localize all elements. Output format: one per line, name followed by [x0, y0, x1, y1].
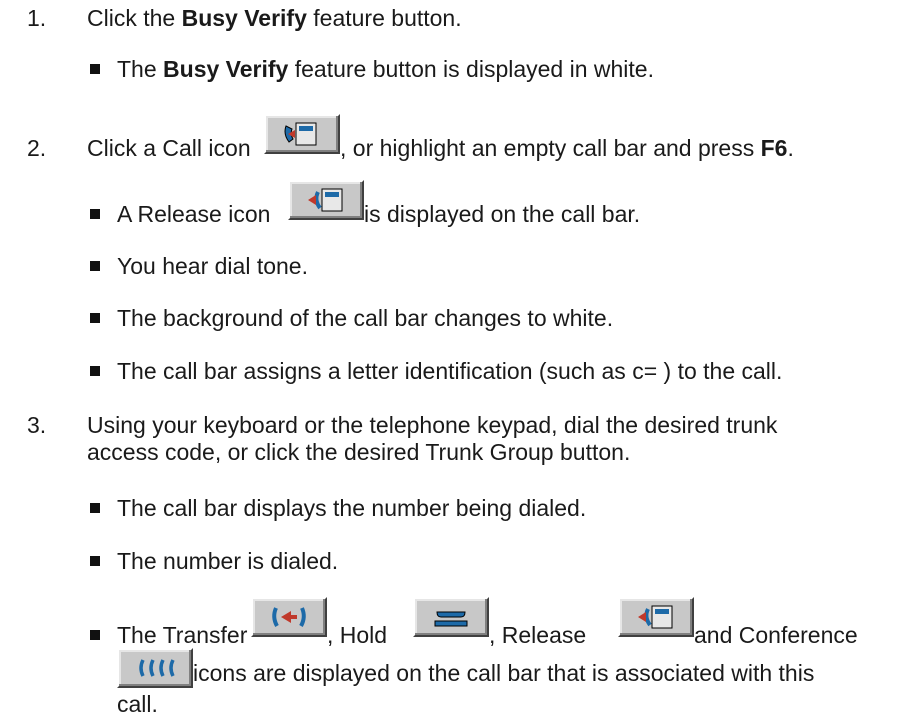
step-1-text: Click the Busy Verify feature button.: [87, 4, 462, 32]
bullet-6-text: The call bar displays the number being d…: [117, 495, 587, 521]
release-icon[interactable]: [288, 180, 364, 220]
transfer-icon[interactable]: [251, 597, 327, 637]
step-number-1: 1.: [27, 5, 47, 31]
release-icon[interactable]: [618, 597, 694, 637]
bullet-marker: [90, 556, 100, 566]
step-2-bold: F6: [760, 135, 788, 161]
step-2-mid: , or highlight an empty call bar and pre…: [340, 135, 761, 161]
bullet-8-t5: icons are displayed on the call bar that…: [193, 660, 815, 686]
bullet-8-t1: The Transfer: [117, 622, 248, 648]
bullet-1-text: The Busy Verify feature button is displa…: [117, 55, 654, 83]
bullet-8-t6: call.: [117, 691, 158, 717]
bullet-1-pre: The: [117, 56, 164, 82]
bullet-3-text: You hear dial tone.: [117, 253, 308, 279]
bullet-8-t2: , Hold: [327, 622, 388, 648]
bullet-2-post: is displayed on the call bar.: [364, 201, 641, 227]
bullet-4-text: The background of the call bar changes t…: [117, 305, 614, 331]
bullet-marker: [90, 366, 100, 376]
bullet-marker: [90, 64, 100, 74]
step-number-2: 2.: [27, 135, 47, 161]
conference-icon[interactable]: [117, 648, 193, 688]
bullet-marker: [90, 503, 100, 513]
step-2-post: .: [787, 135, 794, 161]
step-2-text-a: Click a Call icon: [87, 135, 251, 161]
hold-icon[interactable]: [413, 597, 489, 637]
call-icon[interactable]: [264, 114, 340, 154]
bullet-marker: [90, 630, 100, 640]
step-1-bold: Busy Verify: [181, 5, 307, 31]
bullet-1-post: feature button is displayed in white.: [288, 56, 654, 82]
bullet-2-pre: A Release icon: [117, 201, 271, 227]
step-2-text-b: , or highlight an empty call bar and pre…: [340, 134, 794, 162]
step-3-line-2: access code, or click the desired Trunk …: [87, 439, 631, 465]
step-1-pre: Click the: [87, 5, 182, 31]
bullet-marker: [90, 261, 100, 271]
bullet-marker: [90, 313, 100, 323]
step-1-post: feature button.: [306, 5, 462, 31]
step-number-3: 3.: [27, 412, 47, 438]
step-3-line-1: Using your keyboard or the telephone key…: [87, 412, 778, 438]
bullet-7-text: The number is dialed.: [117, 548, 339, 574]
bullet-1-bold: Busy Verify: [163, 56, 289, 82]
bullet-marker: [90, 209, 100, 219]
bullet-8-t4: and Conference: [694, 622, 858, 648]
bullet-8-t3: , Release: [489, 622, 587, 648]
bullet-5-text: The call bar assigns a letter identifica…: [117, 358, 783, 384]
